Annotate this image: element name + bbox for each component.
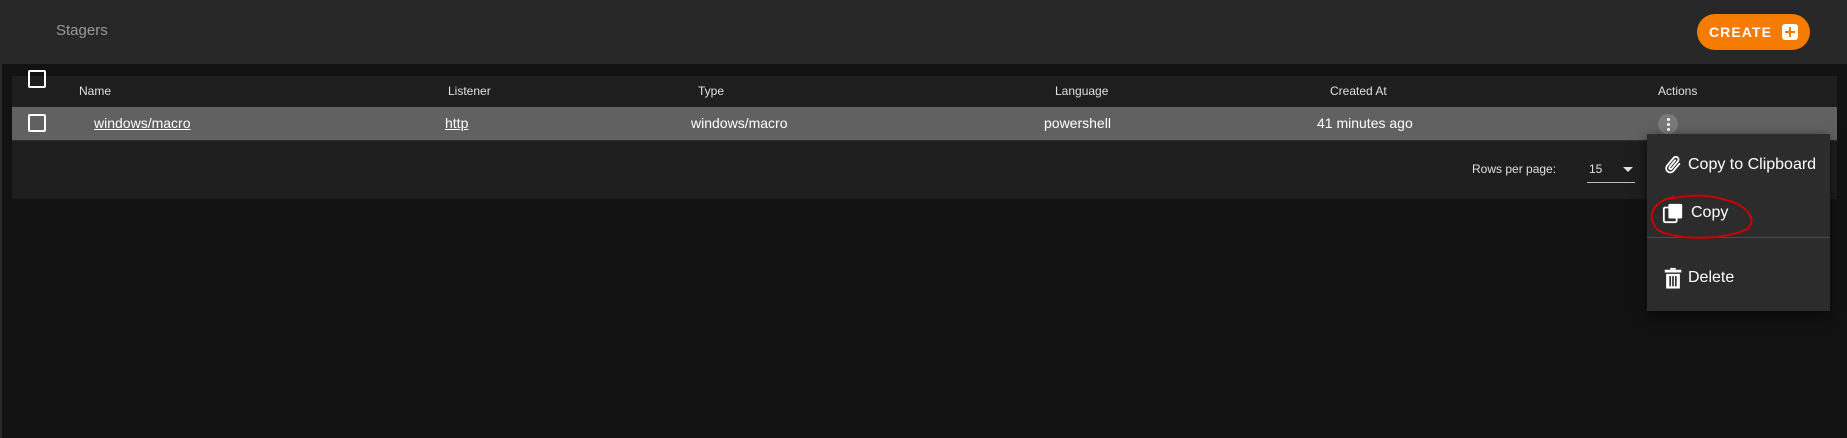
column-name-header[interactable]: Name — [79, 84, 111, 98]
created-at-cell: 41 minutes ago — [1317, 115, 1413, 131]
menu-divider — [1647, 237, 1830, 238]
menu-item-copy[interactable]: Copy — [1647, 191, 1830, 235]
language-cell: powershell — [1044, 115, 1111, 131]
column-created-at-header[interactable]: Created At — [1330, 84, 1387, 98]
paperclip-icon — [1665, 155, 1681, 174]
rows-per-page-select[interactable]: 15 — [1587, 155, 1635, 183]
rows-per-page-label: Rows per page: — [1472, 162, 1557, 176]
select-all-checkbox[interactable] — [28, 70, 46, 88]
column-listener-header[interactable]: Listener — [448, 84, 491, 98]
more-actions-icon[interactable] — [1658, 114, 1678, 134]
trash-icon — [1664, 267, 1682, 289]
row-checkbox[interactable] — [28, 114, 46, 132]
rows-per-page-value: 15 — [1589, 162, 1603, 176]
column-actions-header: Actions — [1658, 84, 1698, 98]
menu-item-label: Copy — [1691, 204, 1729, 221]
menu-item-label: Delete — [1688, 269, 1735, 286]
left-rail — [0, 0, 2, 438]
row-actions-menu: Copy to Clipboard Copy Delete — [1647, 134, 1830, 311]
stagers-table: Name Listener Type Language Created At A… — [12, 70, 1837, 199]
menu-item-delete[interactable]: Delete — [1647, 256, 1830, 300]
column-type-header[interactable]: Type — [698, 84, 724, 98]
table-header: Name Listener Type Language Created At A… — [12, 70, 1837, 107]
app-header: Stagers CREATE — [0, 0, 1847, 64]
copy-icon — [1662, 203, 1683, 224]
create-button-label: CREATE — [1708, 24, 1773, 40]
menu-item-label: Copy to Clipboard — [1688, 156, 1817, 173]
add-box-icon — [1782, 24, 1799, 40]
stager-name-link[interactable]: windows/macro — [94, 115, 190, 131]
page-title: Stagers — [56, 22, 108, 39]
listener-link[interactable]: http — [445, 115, 468, 131]
column-language-header[interactable]: Language — [1055, 84, 1108, 98]
menu-item-copy-to-clipboard[interactable]: Copy to Clipboard — [1647, 143, 1830, 187]
caret-down-icon — [1623, 167, 1633, 172]
table-row[interactable]: windows/macro http windows/macro powersh… — [12, 107, 1837, 140]
row-divider — [12, 140, 1837, 141]
create-button[interactable]: CREATE — [1697, 14, 1810, 50]
type-cell: windows/macro — [691, 115, 788, 131]
